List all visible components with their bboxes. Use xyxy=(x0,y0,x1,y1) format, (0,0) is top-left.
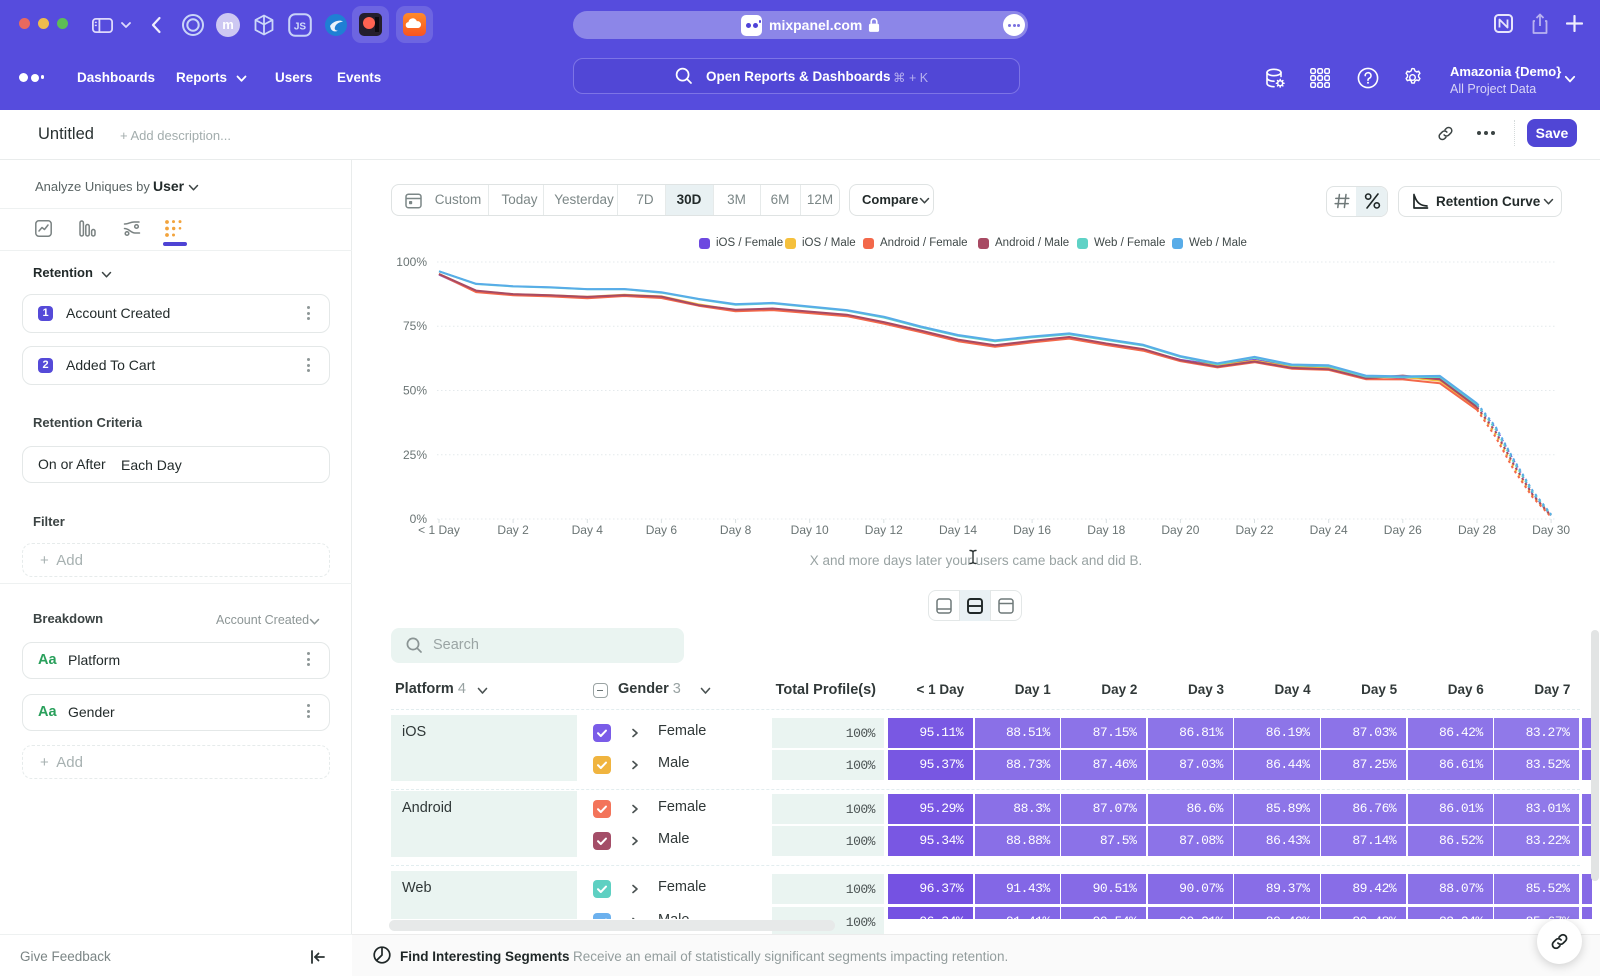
svg-text:Day 14: Day 14 xyxy=(939,523,977,537)
svg-text:Day 18: Day 18 xyxy=(1087,523,1125,537)
svg-text:100%: 100% xyxy=(396,255,427,269)
svg-text:Day 30: Day 30 xyxy=(1532,523,1570,537)
svg-text:25%: 25% xyxy=(403,448,427,462)
svg-text:75%: 75% xyxy=(403,319,427,333)
svg-text:Day 12: Day 12 xyxy=(865,523,903,537)
svg-text:Day 20: Day 20 xyxy=(1161,523,1199,537)
svg-text:Day 8: Day 8 xyxy=(720,523,752,537)
svg-text:Day 28: Day 28 xyxy=(1458,523,1496,537)
svg-text:Day 26: Day 26 xyxy=(1384,523,1422,537)
svg-text:Day 10: Day 10 xyxy=(791,523,829,537)
svg-text:Day 2: Day 2 xyxy=(497,523,529,537)
svg-text:Day 6: Day 6 xyxy=(646,523,678,537)
svg-text:< 1 Day: < 1 Day xyxy=(418,523,460,537)
svg-text:Day 24: Day 24 xyxy=(1310,523,1348,537)
svg-text:Day 16: Day 16 xyxy=(1013,523,1051,537)
svg-text:Day 4: Day 4 xyxy=(572,523,604,537)
svg-text:50%: 50% xyxy=(403,384,427,398)
svg-text:Day 22: Day 22 xyxy=(1235,523,1273,537)
